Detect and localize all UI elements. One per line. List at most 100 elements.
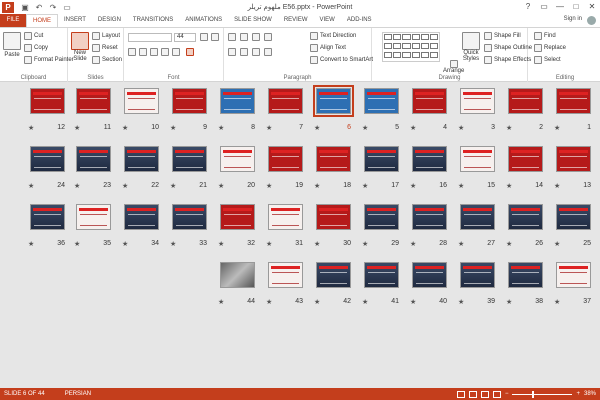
save-icon[interactable]: ▣ <box>20 3 30 12</box>
shrink-font-button[interactable] <box>211 33 219 41</box>
animation-star-icon[interactable]: ★ <box>506 182 512 190</box>
tab-review[interactable]: REVIEW <box>278 14 314 27</box>
slide-thumbnail[interactable] <box>508 262 543 288</box>
zoom-slider-thumb[interactable] <box>532 390 535 398</box>
align-text-button[interactable]: Align Text <box>310 44 346 52</box>
animation-star-icon[interactable]: ★ <box>218 182 224 190</box>
shape-effects-button[interactable]: Shape Effects <box>484 56 531 64</box>
animation-star-icon[interactable]: ★ <box>314 124 320 132</box>
animation-star-icon[interactable]: ★ <box>28 182 34 190</box>
slide-thumbnail[interactable] <box>316 204 351 230</box>
more-shapes-icon[interactable] <box>429 52 438 58</box>
avatar[interactable] <box>587 16 596 25</box>
align-right-button[interactable] <box>252 48 260 56</box>
tab-add-ins[interactable]: ADD-INS <box>341 14 378 27</box>
animation-star-icon[interactable]: ★ <box>458 298 464 306</box>
animation-star-icon[interactable]: ★ <box>506 298 512 306</box>
animation-star-icon[interactable]: ★ <box>362 124 368 132</box>
text-direction-button[interactable]: Text Direction <box>310 32 356 40</box>
animation-star-icon[interactable]: ★ <box>170 124 176 132</box>
redo-icon[interactable]: ↷ <box>48 3 58 12</box>
close-icon[interactable]: ✕ <box>584 0 600 14</box>
bullets-button[interactable] <box>228 33 236 41</box>
animation-star-icon[interactable]: ★ <box>28 240 34 248</box>
slide-thumbnail[interactable] <box>268 262 303 288</box>
animation-star-icon[interactable]: ★ <box>506 240 512 248</box>
select-button[interactable]: Select <box>534 56 561 64</box>
animation-star-icon[interactable]: ★ <box>362 182 368 190</box>
heart-shape-icon[interactable] <box>393 52 402 58</box>
callout-shape-icon[interactable] <box>420 43 429 49</box>
strikethrough-button[interactable] <box>172 48 180 56</box>
slide-thumbnail[interactable] <box>508 146 543 172</box>
slide-thumbnail[interactable] <box>220 204 255 230</box>
animation-star-icon[interactable]: ★ <box>554 124 560 132</box>
arrange-button[interactable]: Arrange <box>443 60 464 74</box>
quick-styles-button[interactable]: Quick Styles <box>462 32 480 62</box>
slide-thumbnail[interactable] <box>364 262 399 288</box>
slide-thumbnail[interactable] <box>30 88 65 114</box>
font-name-input[interactable] <box>128 33 172 42</box>
tab-transitions[interactable]: TRANSITIONS <box>127 14 179 27</box>
present-icon[interactable]: ▭ <box>62 3 72 12</box>
slide-thumbnail[interactable] <box>268 146 303 172</box>
underline-button[interactable] <box>150 48 158 56</box>
animation-star-icon[interactable]: ★ <box>266 124 272 132</box>
animation-star-icon[interactable]: ★ <box>218 240 224 248</box>
animation-star-icon[interactable]: ★ <box>314 182 320 190</box>
slide-thumbnail[interactable] <box>30 146 65 172</box>
reset-button[interactable]: Reset <box>92 44 118 52</box>
animation-star-icon[interactable]: ★ <box>410 298 416 306</box>
slide-thumbnail[interactable] <box>508 88 543 114</box>
slide-thumbnail[interactable] <box>268 204 303 230</box>
animation-star-icon[interactable]: ★ <box>74 240 80 248</box>
numbering-button[interactable] <box>240 33 248 41</box>
slide-thumbnail[interactable] <box>172 88 207 114</box>
slide-thumbnail[interactable] <box>556 88 591 114</box>
slide-thumbnail[interactable] <box>412 88 447 114</box>
animation-star-icon[interactable]: ★ <box>266 240 272 248</box>
slide-thumbnail[interactable] <box>556 262 591 288</box>
line-shape-icon[interactable] <box>384 34 393 40</box>
tab-home[interactable]: HOME <box>26 14 58 27</box>
maximize-icon[interactable]: □ <box>568 0 584 14</box>
tab-file[interactable]: FILE <box>0 14 26 27</box>
arrow-shape-icon[interactable] <box>393 34 402 40</box>
language-indicator[interactable]: PERSIAN <box>65 391 91 397</box>
animation-star-icon[interactable]: ★ <box>362 298 368 306</box>
animation-star-icon[interactable]: ★ <box>314 298 320 306</box>
section-button[interactable]: Section <box>92 56 122 64</box>
animation-star-icon[interactable]: ★ <box>458 240 464 248</box>
animation-star-icon[interactable]: ★ <box>410 124 416 132</box>
textbox-shape-icon[interactable] <box>384 43 393 49</box>
pentagon-shape-icon[interactable] <box>402 43 411 49</box>
decrease-indent-button[interactable] <box>252 33 260 41</box>
format-painter-button[interactable]: Format Painter <box>24 56 74 64</box>
brace-shape-icon[interactable] <box>429 43 438 49</box>
animation-star-icon[interactable]: ★ <box>170 240 176 248</box>
slide-thumbnail[interactable] <box>124 88 159 114</box>
undo-icon[interactable]: ↶ <box>34 3 44 12</box>
slide-thumbnail[interactable] <box>268 88 303 114</box>
slide-thumbnail[interactable] <box>76 146 111 172</box>
minimize-icon[interactable]: — <box>552 0 568 14</box>
block-arrow-shape-icon[interactable] <box>384 52 393 58</box>
zoom-out-icon[interactable]: − <box>505 391 509 397</box>
shadow-button[interactable] <box>161 48 169 56</box>
normal-view-icon[interactable] <box>456 390 465 398</box>
tab-view[interactable]: VIEW <box>314 14 341 27</box>
banner-shape-icon[interactable] <box>420 52 429 58</box>
cut-button[interactable]: Cut <box>24 32 43 40</box>
tab-insert[interactable]: INSERT <box>58 14 92 27</box>
animation-star-icon[interactable]: ★ <box>410 182 416 190</box>
animation-star-icon[interactable]: ★ <box>266 298 272 306</box>
animation-star-icon[interactable]: ★ <box>554 182 560 190</box>
slide-thumbnail[interactable] <box>460 262 495 288</box>
powerpoint-icon[interactable]: P <box>2 1 14 13</box>
animation-star-icon[interactable]: ★ <box>266 182 272 190</box>
animation-star-icon[interactable]: ★ <box>314 240 320 248</box>
slide-thumbnail[interactable] <box>220 88 255 114</box>
copy-button[interactable]: Copy <box>24 44 48 52</box>
slide-thumbnail[interactable] <box>364 204 399 230</box>
slide-thumbnail[interactable] <box>313 85 354 117</box>
